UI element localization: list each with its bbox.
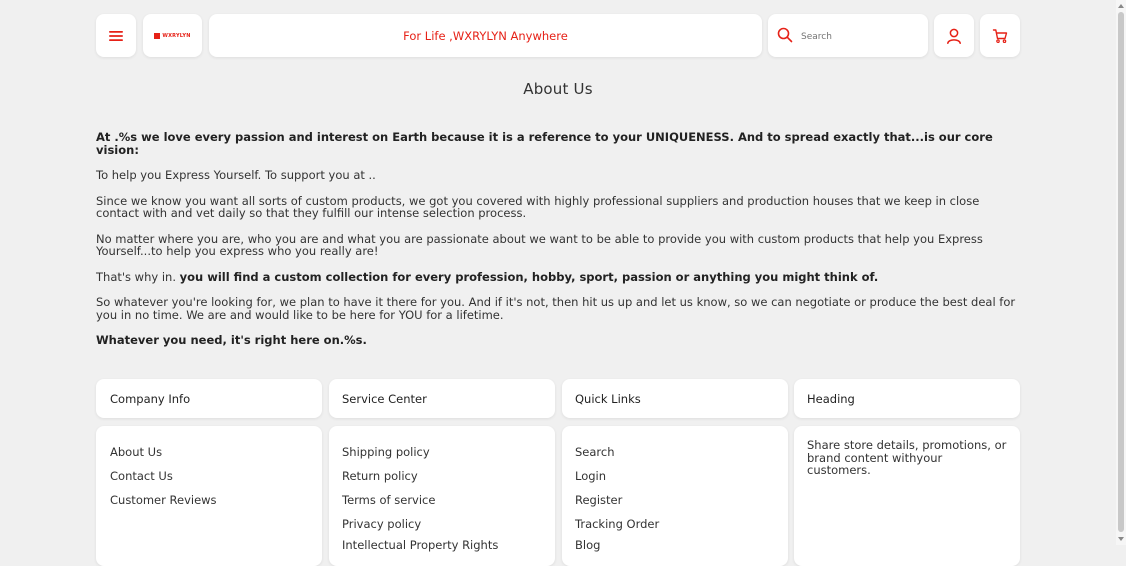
tagline: For Life ,WXRYLYN Anywhere: [403, 28, 568, 43]
logo-button[interactable]: WXRYLYN: [143, 14, 202, 57]
footer-link-about-us[interactable]: About Us: [110, 445, 162, 459]
cart-button[interactable]: [980, 14, 1020, 57]
page-title: About Us: [523, 80, 593, 98]
scroll-down-arrow-icon[interactable]: [1117, 535, 1125, 543]
brand-logo-text: WXRYLYN: [162, 32, 191, 39]
about-content: At .%s we love every passion and interes…: [96, 131, 1021, 347]
cart-icon: [992, 28, 1008, 43]
hamburger-icon: [109, 30, 123, 41]
brand-logo: WXRYLYN: [154, 32, 191, 39]
footer-link-contact-us[interactable]: Contact Us: [110, 469, 173, 483]
about-text-bold: you will find a custom collection for ev…: [179, 269, 879, 284]
about-paragraph: So whatever you're looking for, we plan …: [96, 295, 1016, 322]
footer-link-register[interactable]: Register: [575, 493, 622, 507]
footer-heading-text: Share store details, promotions, or bran…: [807, 438, 1007, 477]
page: WXRYLYN For Life ,WXRYLYN Anywhere About…: [0, 0, 1116, 566]
about-text: That's why in.: [96, 269, 180, 284]
tagline-bar: For Life ,WXRYLYN Anywhere: [209, 14, 762, 57]
footer-link-privacy-policy[interactable]: Privacy policy: [342, 517, 421, 531]
account-button[interactable]: [934, 14, 974, 57]
footer-link-login[interactable]: Login: [575, 469, 606, 483]
scroll-up-arrow-icon[interactable]: [1117, 2, 1125, 10]
footer-link-customer-reviews[interactable]: Customer Reviews: [110, 493, 217, 507]
menu-button[interactable]: [96, 14, 136, 57]
footer-link-intellectual-property[interactable]: Intellectual Property Rights: [342, 538, 498, 552]
footer-title-service-center: Service Center: [342, 392, 427, 406]
footer-title-quick-links: Quick Links: [575, 392, 641, 406]
about-paragraph: To help you Express Yourself. To support…: [96, 168, 376, 182]
footer-link-tracking-order[interactable]: Tracking Order: [575, 517, 659, 531]
footer-link-blog[interactable]: Blog: [575, 538, 600, 552]
user-icon: [947, 28, 961, 44]
about-paragraph: Whatever you need, it's right here on.%s…: [96, 333, 367, 347]
about-paragraph: No matter where you are, who you are and…: [96, 231, 983, 258]
footer-link-search[interactable]: Search: [575, 445, 615, 459]
scrollbar-thumb[interactable]: [1118, 12, 1124, 532]
footer-title-company-info: Company Info: [110, 392, 191, 406]
about-paragraph: Since we know you want all sorts of cust…: [96, 193, 980, 220]
about-paragraph: At .%s we love every passion and interes…: [96, 130, 993, 157]
about-paragraph: That's why in. you will find a custom co…: [96, 269, 1021, 284]
footer-link-terms-of-service[interactable]: Terms of service: [342, 493, 435, 507]
search-input[interactable]: [799, 27, 921, 46]
brand-logo-mark: [154, 32, 161, 39]
footer-title-heading: Heading: [807, 392, 855, 406]
search-icon[interactable]: [777, 27, 793, 43]
footer-link-return-policy[interactable]: Return policy: [342, 469, 418, 483]
search-box[interactable]: [768, 14, 928, 57]
footer-link-shipping-policy[interactable]: Shipping policy: [342, 445, 430, 459]
